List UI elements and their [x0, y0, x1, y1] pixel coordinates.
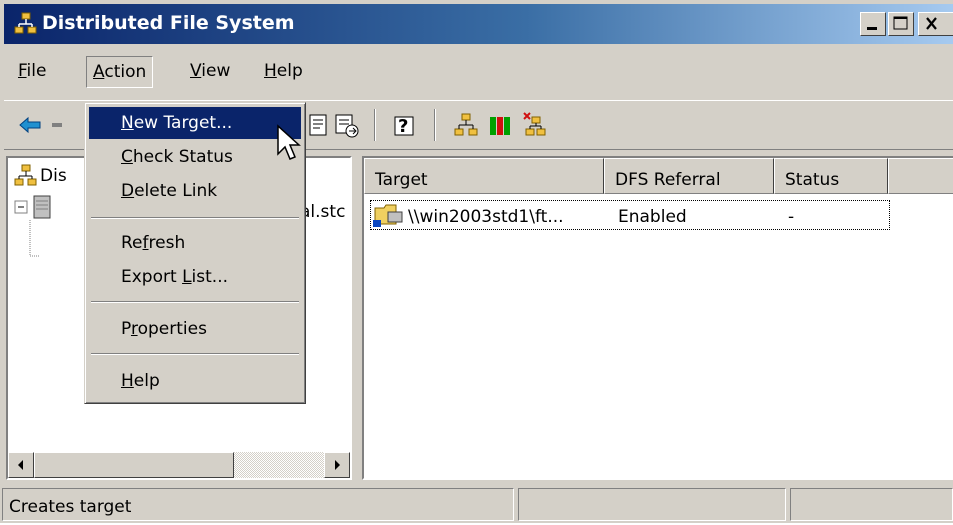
- scroll-thumb[interactable]: [34, 452, 234, 478]
- menu-view-mnemonic: V: [190, 61, 202, 81]
- scroll-right-button[interactable]: [324, 452, 350, 478]
- column-header-empty: [888, 158, 953, 194]
- minimize-icon: [867, 27, 877, 30]
- column-header-status[interactable]: Status: [774, 158, 888, 194]
- menu-bar: File Action View Help: [4, 48, 953, 92]
- menu-item-export-list[interactable]: Export List...: [89, 261, 301, 293]
- status-panel-2: [518, 488, 786, 521]
- menu-item-text: heck Status: [132, 147, 233, 167]
- collapse-icon[interactable]: [14, 200, 28, 214]
- window-title: Distributed File System: [42, 12, 295, 34]
- targets-list[interactable]: Target DFS Referral Status \\win2003std1…: [362, 156, 953, 480]
- menu-item-mnemonic: D: [121, 181, 135, 201]
- menu-item-refresh[interactable]: Refresh: [89, 227, 301, 259]
- server-icon: [33, 195, 51, 219]
- row-target: \\win2003std1\ft...: [408, 207, 564, 227]
- maximize-icon: [893, 16, 908, 30]
- arrow-right-icon: [335, 460, 340, 470]
- menu-item-properties[interactable]: Properties: [89, 313, 301, 345]
- menu-item-text: resh: [148, 233, 186, 253]
- menu-view[interactable]: View: [184, 56, 236, 86]
- menu-item-delete-link[interactable]: Delete Link: [89, 175, 301, 207]
- folder-icon: [373, 204, 403, 227]
- minimize-button[interactable]: [860, 12, 886, 36]
- menu-item-text: elp: [133, 371, 160, 391]
- column-header-dfs-referral[interactable]: DFS Referral: [604, 158, 774, 194]
- menu-file-label: ile: [26, 61, 47, 81]
- mouse-cursor-icon: [277, 124, 301, 160]
- tree-node-label[interactable]: al.stc: [300, 202, 345, 222]
- dfs-icon: [14, 12, 37, 34]
- menu-item-mnemonic: H: [121, 371, 134, 391]
- scroll-left-button[interactable]: [8, 452, 34, 478]
- tree-root-label[interactable]: Dis: [40, 166, 67, 186]
- close-icon: [926, 17, 937, 30]
- menu-action[interactable]: Action: [86, 56, 154, 88]
- status-panel-3: [790, 488, 953, 521]
- menu-file[interactable]: File: [12, 56, 52, 86]
- menu-file-mnemonic: F: [18, 61, 27, 81]
- row-referral: Enabled: [618, 207, 687, 227]
- help-icon[interactable]: ?: [388, 109, 420, 141]
- menu-separator: [91, 353, 299, 355]
- status-text: Creates target: [2, 488, 514, 521]
- menu-item-text: operties: [137, 319, 207, 339]
- forward-icon[interactable]: [46, 109, 78, 141]
- menu-item-mnemonic: N: [121, 113, 134, 133]
- menu-item-text: ew Target...: [133, 113, 233, 133]
- menu-separator: [91, 301, 299, 303]
- svg-text:?: ?: [398, 116, 408, 137]
- menu-action-mnemonic: A: [93, 62, 105, 82]
- new-root-icon[interactable]: [450, 109, 482, 141]
- menu-help[interactable]: Help: [258, 56, 309, 86]
- export-icon[interactable]: [330, 109, 362, 141]
- toolbar-separator: [374, 109, 376, 141]
- menu-item-text: elete Link: [134, 181, 218, 201]
- title-bar[interactable]: Distributed File System: [4, 4, 953, 44]
- new-link-icon[interactable]: [518, 109, 550, 141]
- close-button[interactable]: [918, 12, 953, 36]
- status-bar: Creates target: [0, 484, 953, 523]
- check-status-icon[interactable]: [484, 109, 516, 141]
- menu-item-new-target[interactable]: New Target...: [89, 107, 301, 139]
- horizontal-scrollbar[interactable]: [8, 452, 350, 478]
- menu-item-mnemonic: L: [182, 267, 192, 287]
- menu-item-mnemonic: C: [121, 147, 133, 167]
- row-status: -: [788, 207, 795, 227]
- menu-item-text: P: [121, 319, 131, 339]
- menu-item-text: Export: [121, 267, 183, 287]
- menu-item-mnemonic: r: [130, 319, 138, 339]
- dfs-icon: [14, 164, 37, 186]
- column-header-target[interactable]: Target: [364, 158, 604, 194]
- menu-view-label: iew: [201, 61, 231, 81]
- maximize-button[interactable]: [888, 12, 914, 36]
- tree-connector: [29, 220, 40, 257]
- menu-item-text: Re: [121, 233, 143, 253]
- menu-help-label: elp: [276, 61, 303, 81]
- back-icon[interactable]: [14, 109, 46, 141]
- menu-help-mnemonic: H: [264, 61, 277, 81]
- menu-item-help[interactable]: Help: [89, 365, 301, 397]
- arrow-left-icon: [18, 460, 23, 470]
- menu-item-text: ist...: [191, 267, 229, 287]
- action-menu: New Target... Check Status Delete Link R…: [84, 102, 306, 404]
- dfs-window: Distributed File System File Action View…: [0, 0, 953, 523]
- menu-item-check-status[interactable]: Check Status: [89, 141, 301, 173]
- menu-action-label: ction: [104, 62, 147, 82]
- toolbar-separator: [434, 109, 436, 141]
- menu-separator: [91, 217, 299, 219]
